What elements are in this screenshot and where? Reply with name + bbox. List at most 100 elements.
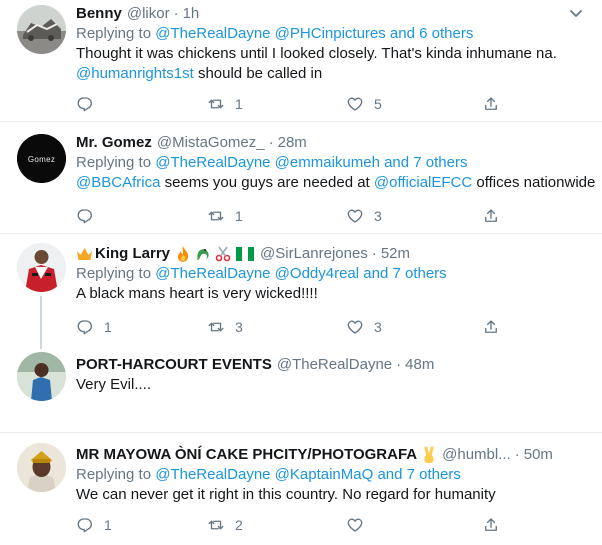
caret-down-icon[interactable] [566,3,586,23]
retweet-count: 1 [235,208,243,224]
tweet-actions: 1 2 [76,515,506,535]
tweet-mr-mayowa[interactable]: MR MAYOWA ÒNÍ CAKE PHCITY/PHOTOGRAFA @hu… [0,433,602,545]
like-count: 3 [374,208,382,224]
like-button[interactable] [346,515,374,535]
retweet-icon [208,99,224,109]
reply-icon [77,320,92,335]
share-icon [485,209,497,222]
replying-to-link[interactable]: @TheRealDayne @PHCinpictures and 6 other… [155,25,473,42]
replying-to: Replying to @TheRealDayne @emmaikumeh an… [76,154,468,171]
avatar[interactable] [17,243,66,292]
share-button[interactable] [482,94,500,114]
timestamp[interactable]: 1h [183,4,200,24]
like-button[interactable]: 3 [346,317,382,337]
user-handle[interactable]: @MistaGomez_ [157,133,265,153]
timestamp[interactable]: 50m [524,445,553,465]
separator-dot: · [396,356,402,373]
like-button[interactable]: 5 [346,94,382,114]
separator-dot: · [173,5,179,22]
mention-link[interactable]: @BBCAfrica [76,174,160,191]
retweet-count: 1 [235,96,243,112]
retweet-count: 2 [235,517,243,533]
tweet-port-harcourt-events[interactable]: PORT-HARCOURT EVENTS @TheRealDayne · 48m… [0,344,602,433]
nigeria-flag-emoji-icon [236,247,255,261]
mention-link[interactable]: @humanrights1st [76,65,194,82]
mention-link[interactable]: @officialEFCC [374,174,472,191]
timestamp[interactable]: 48m [405,355,434,375]
like-icon [347,518,363,532]
share-icon [485,97,497,110]
tweet-text: Very Evil.... [76,376,152,393]
crown-emoji-icon [77,248,92,260]
timestamp[interactable]: 52m [381,244,410,264]
avatar-logo-text: Gomez [28,155,55,164]
like-icon [347,209,363,223]
share-icon [485,518,497,531]
share-button[interactable] [482,515,500,535]
avatar[interactable] [17,443,66,492]
reply-button[interactable] [76,94,104,114]
share-button[interactable] [482,317,500,337]
victory-hand-emoji-icon [424,446,434,463]
tweet-actions: 1 5 [76,94,506,114]
replying-to: Replying to @TheRealDayne @PHCinpictures… [76,25,474,42]
display-name[interactable]: Mr. Gomez [76,133,152,153]
thread-line [40,344,42,349]
thread-line [40,296,42,344]
tweet-text: A black mans heart is very wicked!!!! [76,285,318,302]
tweet-king-larry[interactable]: King Larry @SirLanrejones · 52m Replying… [0,234,602,344]
tweet-text: We can never get it right in this countr… [76,486,496,503]
avatar[interactable] [17,352,66,401]
reply-button[interactable]: 1 [76,317,112,337]
replying-to-link[interactable]: @TheRealDayne @KaptainMaQ and 7 others [155,466,461,483]
user-handle[interactable]: @TheRealDayne [277,355,392,375]
tweet-mr-gomez[interactable]: Gomez Mr. Gomez @MistaGomez_ · 28m Reply… [0,122,602,234]
user-handle[interactable]: @humbl... [442,445,511,465]
reply-count: 1 [104,517,112,533]
avatar[interactable]: Gomez [17,134,66,183]
like-button[interactable]: 3 [346,206,382,226]
fire-emoji-icon [178,246,189,262]
retweet-button[interactable]: 2 [207,515,243,535]
replying-to: Replying to @TheRealDayne @KaptainMaQ an… [76,466,461,483]
retweet-button[interactable]: 1 [207,94,243,114]
retweet-button[interactable]: 3 [207,317,243,337]
reply-feed: Benny @likor · 1h Replying to @TheRealDa… [0,0,602,545]
dragon-emoji-icon [197,249,209,260]
display-name[interactable]: King Larry [95,244,170,264]
reply-button[interactable]: 1 [76,515,112,535]
tweet-actions: 1 3 3 [76,317,506,337]
tweet-actions: 1 3 [76,206,506,226]
replying-to-link[interactable]: @TheRealDayne @Oddy4real and 7 others [155,265,446,282]
retweet-icon [208,520,224,530]
tweet-benny[interactable]: Benny @likor · 1h Replying to @TheRealDa… [0,0,602,122]
display-name[interactable]: MR MAYOWA ÒNÍ CAKE PHCITY/PHOTOGRAFA [76,445,417,465]
replying-to-link[interactable]: @TheRealDayne @emmaikumeh and 7 others [155,154,467,171]
separator-dot: · [268,134,274,151]
tweet-text: @BBCAfrica seems you guys are needed at … [76,174,596,191]
user-handle[interactable]: @likor [127,4,170,24]
like-count: 5 [374,96,382,112]
timestamp[interactable]: 28m [278,133,307,153]
like-icon [347,320,363,334]
reply-button[interactable] [76,206,104,226]
display-name[interactable]: PORT-HARCOURT EVENTS [76,355,272,375]
reply-icon [77,97,92,112]
like-icon [347,97,363,111]
retweet-icon [208,211,224,221]
separator-dot: · [514,446,520,463]
share-icon [485,320,497,333]
separator-dot: · [371,245,377,262]
like-count: 3 [374,319,382,335]
retweet-button[interactable]: 1 [207,206,243,226]
replying-to: Replying to @TheRealDayne @Oddy4real and… [76,265,447,282]
avatar[interactable] [17,5,66,54]
user-handle[interactable]: @SirLanrejones [260,244,368,264]
scissors-emoji-icon [215,246,231,262]
retweet-icon [208,322,224,332]
share-button[interactable] [482,206,500,226]
tweet-text-line2: @humanrights1st should be called in [76,65,323,82]
reply-count: 1 [104,319,112,335]
display-name[interactable]: Benny [76,4,122,24]
retweet-count: 3 [235,319,243,335]
